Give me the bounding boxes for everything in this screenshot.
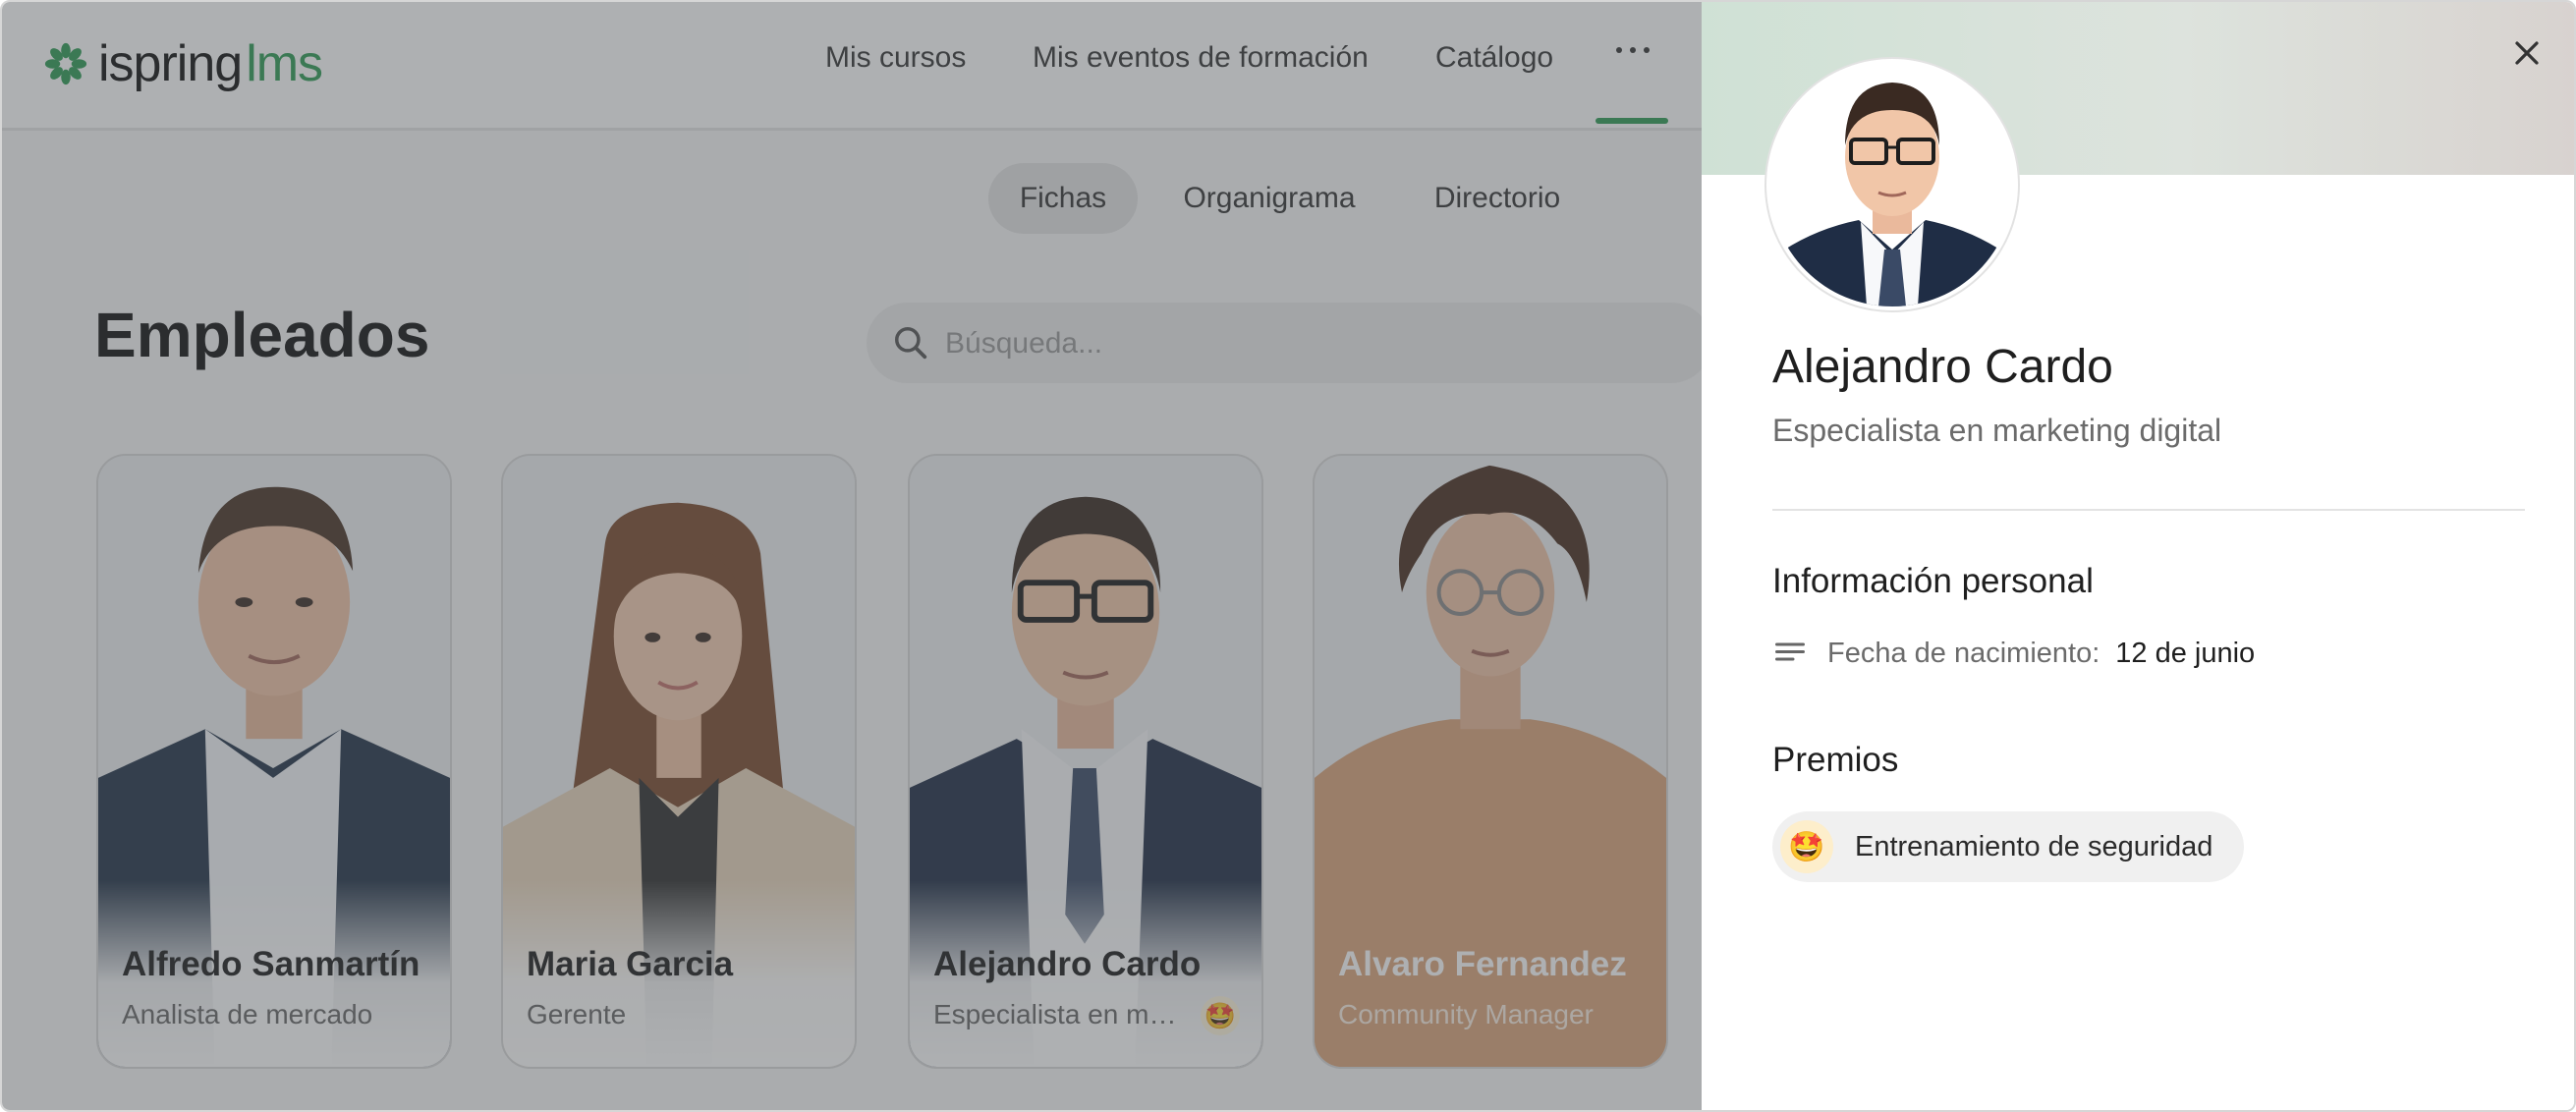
birthdate-value: 12 de junio — [2115, 637, 2256, 669]
modal-backdrop[interactable] — [2, 2, 1702, 1110]
star-struck-emoji-icon: 🤩 — [1780, 820, 1833, 873]
avatar — [1766, 59, 2018, 310]
main-page: ispringlms Mis cursos Mis eventos de for… — [2, 2, 1711, 1110]
divider — [1772, 509, 2525, 511]
profile-role: Especialista en marketing digital — [1772, 413, 2222, 448]
birthdate-label: Fecha de nacimiento: — [1827, 637, 2100, 669]
personal-info-heading: Información personal — [1772, 562, 2094, 600]
birthdate-row: Fecha de nacimiento: 12 de junio — [1772, 633, 2255, 674]
profile-name: Alejandro Cardo — [1772, 341, 2113, 393]
close-button[interactable] — [2501, 28, 2552, 79]
avatar-photo — [1770, 63, 2014, 306]
award-label: Entrenamiento de seguridad — [1855, 830, 2213, 862]
employee-profile-panel: Alejandro Cardo Especialista en marketin… — [1702, 2, 2574, 1110]
award-chip[interactable]: 🤩 Entrenamiento de seguridad — [1772, 811, 2245, 882]
app-window: ispringlms Mis cursos Mis eventos de for… — [0, 0, 2576, 1112]
close-icon — [2515, 41, 2539, 65]
text-lines-icon — [1775, 642, 1805, 661]
awards-heading: Premios — [1772, 741, 1899, 779]
